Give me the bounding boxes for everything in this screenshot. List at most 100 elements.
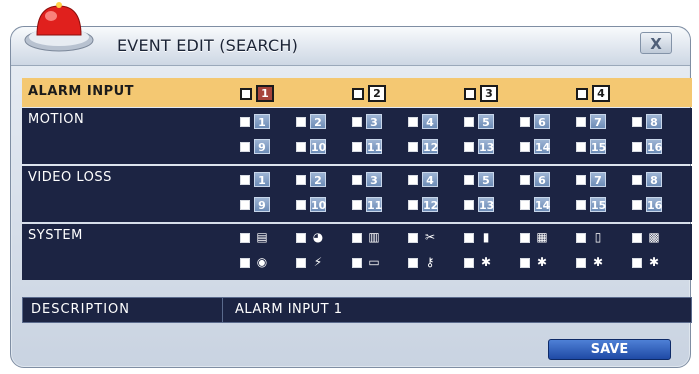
video-loss-checkbox-3[interactable]: 3: [352, 172, 382, 187]
video-loss-checkbox-7[interactable]: 7: [576, 172, 606, 187]
motion-checkbox-9[interactable]: 9: [240, 139, 270, 154]
checkbox[interactable]: [296, 116, 306, 127]
system-event-checkbox[interactable]: ▯: [576, 230, 606, 245]
checkbox[interactable]: [296, 141, 306, 152]
system-event-checkbox[interactable]: ◉: [240, 255, 270, 270]
checkbox[interactable]: [576, 87, 588, 100]
checkbox[interactable]: [408, 257, 418, 268]
checkbox[interactable]: [632, 116, 642, 127]
checkbox[interactable]: [576, 116, 586, 127]
motion-checkbox-8[interactable]: 8: [632, 114, 662, 129]
system-event-checkbox[interactable]: ✱: [632, 255, 662, 270]
checkbox[interactable]: [520, 199, 530, 210]
alarm-input-checkbox-1[interactable]: 1: [240, 85, 274, 102]
checkbox[interactable]: [240, 116, 250, 127]
checkbox[interactable]: [520, 174, 530, 185]
checkbox[interactable]: [464, 232, 474, 243]
motion-checkbox-15[interactable]: 15: [576, 139, 606, 154]
motion-checkbox-10[interactable]: 10: [296, 139, 326, 154]
motion-checkbox-16[interactable]: 16: [632, 139, 662, 154]
checkbox[interactable]: [352, 257, 362, 268]
close-button[interactable]: X: [640, 32, 672, 54]
checkbox[interactable]: [632, 257, 642, 268]
system-event-checkbox[interactable]: ◕: [296, 230, 326, 245]
system-event-checkbox[interactable]: ✱: [576, 255, 606, 270]
motion-checkbox-4[interactable]: 4: [408, 114, 438, 129]
video-loss-checkbox-15[interactable]: 15: [576, 197, 606, 212]
checkbox[interactable]: [464, 141, 474, 152]
video-loss-checkbox-2[interactable]: 2: [296, 172, 326, 187]
system-event-checkbox[interactable]: ✱: [520, 255, 550, 270]
checkbox[interactable]: [576, 199, 586, 210]
checkbox[interactable]: [576, 174, 586, 185]
checkbox[interactable]: [296, 257, 306, 268]
motion-checkbox-13[interactable]: 13: [464, 139, 494, 154]
save-button[interactable]: SAVE: [548, 339, 671, 360]
checkbox[interactable]: [240, 87, 252, 100]
motion-checkbox-14[interactable]: 14: [520, 139, 550, 154]
motion-checkbox-1[interactable]: 1: [240, 114, 270, 129]
motion-checkbox-5[interactable]: 5: [464, 114, 494, 129]
checkbox[interactable]: [240, 232, 250, 243]
system-event-checkbox[interactable]: ⚷: [408, 255, 438, 270]
checkbox[interactable]: [632, 199, 642, 210]
checkbox[interactable]: [408, 199, 418, 210]
video-loss-checkbox-8[interactable]: 8: [632, 172, 662, 187]
video-loss-checkbox-6[interactable]: 6: [520, 172, 550, 187]
motion-checkbox-12[interactable]: 12: [408, 139, 438, 154]
system-event-checkbox[interactable]: ⚡: [296, 255, 326, 270]
checkbox[interactable]: [408, 232, 418, 243]
checkbox[interactable]: [632, 232, 642, 243]
video-loss-checkbox-12[interactable]: 12: [408, 197, 438, 212]
checkbox[interactable]: [464, 87, 476, 100]
checkbox[interactable]: [352, 116, 362, 127]
video-loss-checkbox-16[interactable]: 16: [632, 197, 662, 212]
checkbox[interactable]: [352, 199, 362, 210]
system-event-checkbox[interactable]: ▥: [352, 230, 382, 245]
video-loss-checkbox-1[interactable]: 1: [240, 172, 270, 187]
checkbox[interactable]: [408, 116, 418, 127]
motion-checkbox-2[interactable]: 2: [296, 114, 326, 129]
video-loss-checkbox-11[interactable]: 11: [352, 197, 382, 212]
system-event-checkbox[interactable]: ▤: [240, 230, 270, 245]
checkbox[interactable]: [240, 199, 250, 210]
checkbox[interactable]: [296, 174, 306, 185]
video-loss-checkbox-5[interactable]: 5: [464, 172, 494, 187]
checkbox[interactable]: [408, 174, 418, 185]
checkbox[interactable]: [576, 257, 586, 268]
alarm-input-checkbox-3[interactable]: 3: [464, 85, 498, 102]
checkbox[interactable]: [352, 232, 362, 243]
system-event-checkbox[interactable]: ▮: [464, 230, 494, 245]
checkbox[interactable]: [520, 257, 530, 268]
alarm-input-checkbox-4[interactable]: 4: [576, 85, 610, 102]
checkbox[interactable]: [520, 116, 530, 127]
checkbox[interactable]: [240, 174, 250, 185]
motion-checkbox-3[interactable]: 3: [352, 114, 382, 129]
motion-checkbox-6[interactable]: 6: [520, 114, 550, 129]
checkbox[interactable]: [464, 199, 474, 210]
video-loss-checkbox-14[interactable]: 14: [520, 197, 550, 212]
checkbox[interactable]: [464, 116, 474, 127]
checkbox[interactable]: [352, 174, 362, 185]
checkbox[interactable]: [352, 87, 364, 100]
motion-checkbox-7[interactable]: 7: [576, 114, 606, 129]
alarm-input-checkbox-2[interactable]: 2: [352, 85, 386, 102]
checkbox[interactable]: [464, 174, 474, 185]
description-value[interactable]: ALARM INPUT 1: [235, 302, 342, 317]
checkbox[interactable]: [240, 141, 250, 152]
video-loss-checkbox-10[interactable]: 10: [296, 197, 326, 212]
checkbox[interactable]: [576, 141, 586, 152]
checkbox[interactable]: [408, 141, 418, 152]
system-event-checkbox[interactable]: ✂: [408, 230, 438, 245]
checkbox[interactable]: [296, 199, 306, 210]
checkbox[interactable]: [520, 141, 530, 152]
checkbox[interactable]: [520, 232, 530, 243]
checkbox[interactable]: [352, 141, 362, 152]
video-loss-checkbox-4[interactable]: 4: [408, 172, 438, 187]
system-event-checkbox[interactable]: ✱: [464, 255, 494, 270]
system-event-checkbox[interactable]: ▭: [352, 255, 382, 270]
checkbox[interactable]: [632, 141, 642, 152]
checkbox[interactable]: [464, 257, 474, 268]
checkbox[interactable]: [632, 174, 642, 185]
system-event-checkbox[interactable]: ▩: [632, 230, 662, 245]
